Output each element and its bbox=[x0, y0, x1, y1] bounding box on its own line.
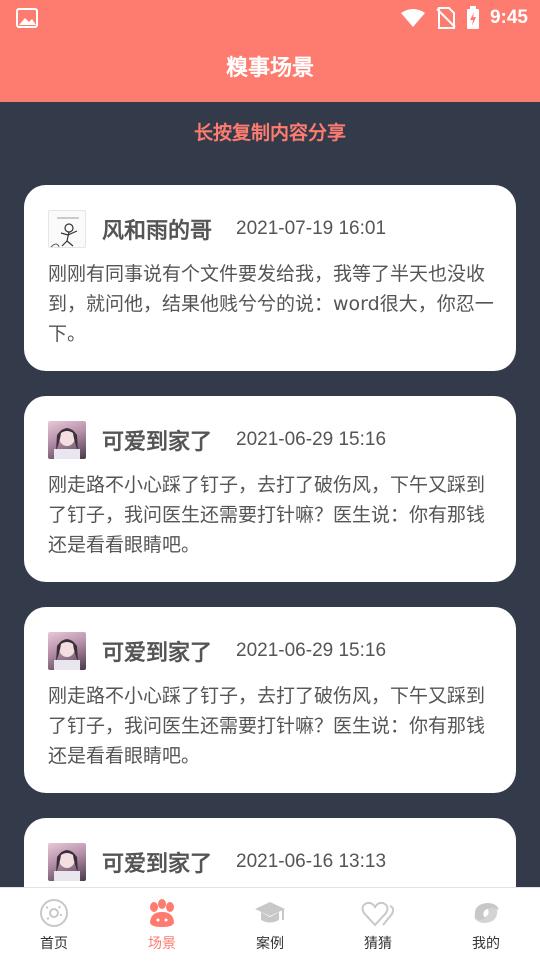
tab-cases[interactable]: 案例 bbox=[216, 888, 324, 961]
post-date: 2021-07-19 16:01 bbox=[236, 218, 387, 239]
app-bar-title: 糗事场景 bbox=[0, 36, 540, 102]
post-author: 风和雨的哥 bbox=[102, 219, 213, 244]
tab-label: 我的 bbox=[472, 936, 500, 952]
tab-mine[interactable]: 我的 bbox=[432, 888, 540, 961]
post-content: 刚走路不小心踩了钉子，去打了破伤风，下午又踩到了钉子，我问医生还需要打针嘛？医生… bbox=[48, 685, 486, 767]
post-content: 刚刚有同事说有个文件要发给我，我等了半天也没收到，就问他，结果他贱兮兮的说：wo… bbox=[48, 263, 494, 345]
clock: 9:45 bbox=[489, 7, 528, 28]
post-date: 2021-06-29 15:16 bbox=[236, 640, 387, 661]
post-author: 可爱到家了 bbox=[102, 430, 213, 455]
paw-icon bbox=[150, 899, 174, 927]
tab-guess[interactable]: 猜猜 bbox=[324, 888, 432, 961]
battery-icon bbox=[466, 6, 479, 29]
post-card[interactable]: 可爱到家了 2021-06-29 15:16 刚走路不小心踩了钉子，去打了破伤风… bbox=[24, 607, 516, 793]
tab-label: 首页 bbox=[40, 936, 68, 952]
swirl-icon bbox=[474, 903, 499, 923]
tab-label: 猜猜 bbox=[364, 936, 392, 952]
no-sim-icon bbox=[436, 7, 456, 29]
post-card[interactable]: 可爱到家了 2021-06-29 15:16 刚走路不小心踩了钉子，去打了破伤风… bbox=[24, 396, 516, 582]
post-content: 刚走路不小心踩了钉子，去打了破伤风，下午又踩到了钉子，我问医生还需要打针嘛？医生… bbox=[48, 474, 486, 556]
post-date: 2021-06-29 15:16 bbox=[236, 429, 387, 450]
donut-icon bbox=[40, 899, 68, 927]
copy-hint: 长按复制内容分享 bbox=[193, 122, 346, 144]
tab-label: 场景 bbox=[148, 936, 176, 952]
sketch-avatar[interactable] bbox=[48, 210, 86, 248]
hearts-icon bbox=[361, 901, 395, 927]
post-card[interactable]: 风和雨的哥 2021-07-19 16:01 刚刚有同事说有个文件要发给我，我等… bbox=[24, 185, 516, 371]
girl-avatar[interactable] bbox=[48, 843, 86, 881]
bottom-tab-bar: 首页 场景 案例 猜猜 我的 bbox=[0, 887, 540, 961]
tab-scenes[interactable]: 场景 bbox=[108, 888, 216, 961]
tab-home[interactable]: 首页 bbox=[0, 888, 108, 961]
post-date: 2021-06-16 13:13 bbox=[236, 851, 387, 872]
post-author: 可爱到家了 bbox=[102, 852, 213, 877]
wifi-icon bbox=[400, 9, 425, 27]
girl-avatar[interactable] bbox=[48, 421, 86, 459]
tab-label: 案例 bbox=[256, 936, 284, 952]
gallery-icon bbox=[16, 8, 38, 28]
graduation-cap-icon bbox=[255, 902, 285, 923]
girl-avatar[interactable] bbox=[48, 632, 86, 670]
status-bar: 9:45 bbox=[0, 0, 540, 36]
post-author: 可爱到家了 bbox=[102, 641, 213, 666]
